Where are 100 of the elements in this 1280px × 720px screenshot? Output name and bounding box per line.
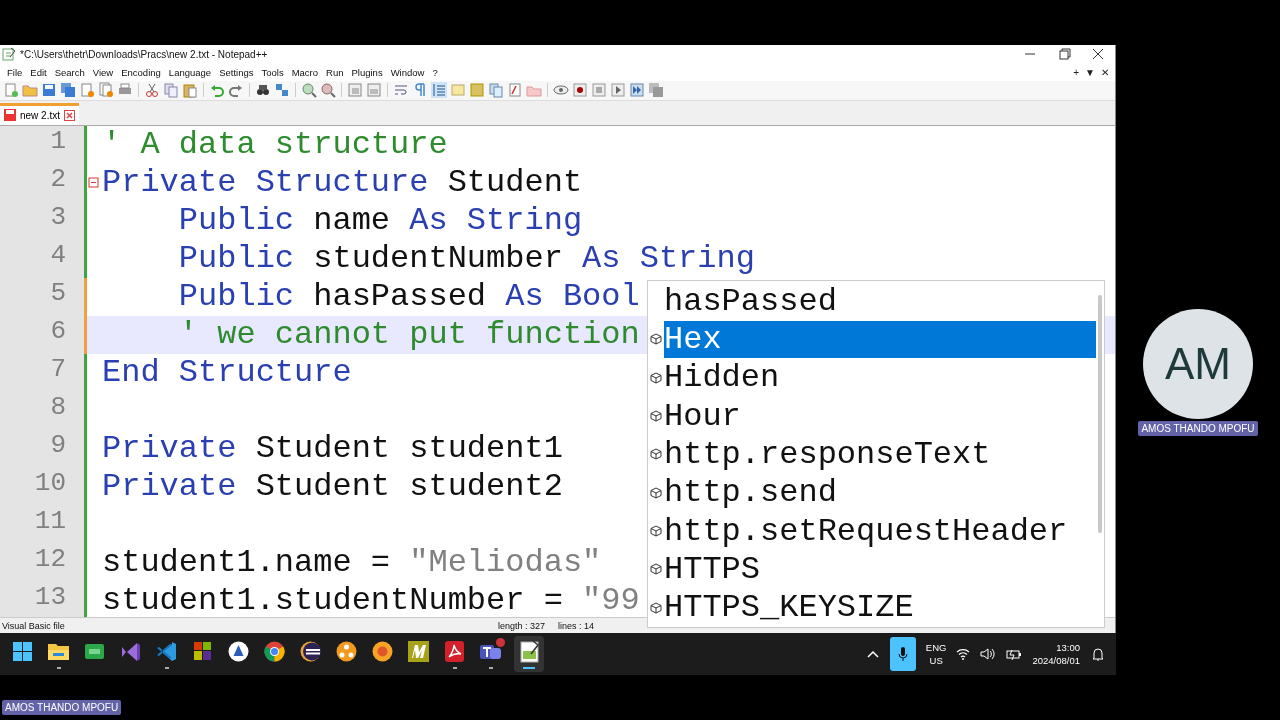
badge-icon[interactable] (226, 639, 251, 664)
microphone-button[interactable] (889, 637, 916, 671)
paste-icon[interactable] (182, 82, 198, 99)
olive-square-icon[interactable] (406, 639, 431, 664)
pdf-icon[interactable] (442, 639, 467, 664)
notification-bell-icon[interactable] (1090, 646, 1106, 662)
line-number: 3 (0, 201, 84, 240)
code-text: Student student2 (254, 468, 563, 506)
menu-item[interactable]: Encoding (117, 66, 165, 78)
suggestion-item[interactable]: HTTPS_KEYSIZE (664, 589, 1096, 627)
menu-item[interactable]: Language (164, 66, 216, 78)
menu-item[interactable]: File (3, 66, 27, 78)
menu-item[interactable]: View (88, 66, 118, 78)
region-text: US (929, 654, 943, 667)
battery-icon[interactable] (1006, 648, 1023, 660)
cube-icon (650, 410, 662, 423)
suggestion-item[interactable]: http.send (664, 474, 1096, 512)
menu-control[interactable]: + (1073, 66, 1080, 78)
suggestion-item[interactable]: Hex (664, 321, 1096, 358)
line-number: 4 (0, 239, 84, 278)
suggestion-item[interactable]: HTTPS (664, 550, 1096, 588)
flower-icon[interactable] (370, 639, 395, 664)
lines-text: lines : 14 (558, 620, 595, 631)
clock[interactable]: 13:00 2024/08/01 (1032, 641, 1080, 667)
undo-icon[interactable] (209, 82, 225, 99)
tab-label: new 2.txt (20, 109, 61, 121)
language-indicator[interactable]: ENG US (925, 641, 947, 667)
redo-icon[interactable] (228, 82, 244, 99)
dots-circle-icon[interactable] (334, 639, 359, 664)
menu-control[interactable]: ▼ (1085, 66, 1095, 78)
windows-logo-icon[interactable] (10, 639, 35, 664)
pilcrow-icon[interactable] (412, 82, 428, 99)
indent-guide-icon[interactable] (431, 82, 447, 99)
scrollbar-thumb[interactable] (1098, 295, 1102, 533)
menu-item[interactable]: ? (428, 66, 442, 78)
folder-workspace-icon[interactable] (507, 82, 523, 99)
menu-control[interactable]: ✕ (1101, 66, 1109, 78)
cube-icon (650, 486, 662, 499)
code-text: hasPassed (312, 278, 488, 316)
time-text: 13:00 (1056, 641, 1080, 654)
close-file-icon[interactable] (79, 82, 95, 99)
cube-icon (650, 333, 662, 346)
line-number: 12 (0, 543, 84, 582)
code-text: Student (446, 164, 583, 202)
line-number: 9 (0, 429, 84, 468)
cube-icon (650, 563, 662, 576)
menu-item[interactable]: Settings (215, 66, 258, 78)
close-all-icon[interactable] (98, 82, 114, 99)
name-tag: AMOS THANDO MPOFU (2, 700, 122, 715)
length-text: length : 327 (498, 620, 547, 631)
code-text: Private Structure (102, 164, 429, 202)
menu-item[interactable]: Macro (287, 66, 323, 78)
name-tag: AMOS THANDO MPOFU (1138, 421, 1258, 436)
suggestion-item[interactable]: Hour (664, 397, 1096, 435)
function-list-icon[interactable] (488, 82, 504, 99)
code-text: ' A data structure (102, 126, 448, 164)
code-text: name (312, 202, 392, 240)
menu-item[interactable]: Search (50, 66, 89, 78)
date-text: 2024/08/01 (1032, 654, 1080, 667)
suggestion-item[interactable]: hasPassed (664, 282, 1096, 320)
cube-icon (650, 371, 662, 384)
suggestion-item[interactable]: http.setRequestHeader (664, 512, 1096, 550)
microphone-icon (897, 646, 908, 662)
cube-icon (650, 525, 662, 538)
line-number: 11 (0, 505, 84, 544)
volume-icon[interactable] (980, 648, 997, 660)
record-icon[interactable] (572, 82, 588, 99)
wifi-icon[interactable] (956, 648, 971, 660)
line-number: 1 (0, 125, 84, 164)
zoom-in-icon[interactable] (301, 82, 317, 99)
chevron-up-icon[interactable] (865, 649, 880, 659)
fast-forward-icon[interactable] (629, 82, 645, 99)
code-text: ' we cannot put function (177, 316, 640, 354)
menu-item[interactable]: Run (322, 66, 348, 78)
eclipse-icon[interactable] (298, 639, 323, 664)
save-macro-icon[interactable] (648, 82, 664, 99)
chrome-icon[interactable] (262, 639, 287, 664)
save-all-icon[interactable] (60, 82, 76, 99)
suggestion-item[interactable]: Hidden (664, 359, 1096, 397)
menu-item[interactable]: Window (386, 66, 429, 78)
code-text: Private (102, 430, 237, 468)
line-number: 13 (0, 581, 84, 618)
line-number: 2 (0, 163, 84, 202)
new-file-icon[interactable] (3, 82, 19, 99)
fold-minus-icon[interactable] (88, 176, 100, 189)
save-icon[interactable] (41, 82, 57, 99)
code-text: Private (102, 468, 237, 506)
menu-item[interactable]: Plugins (347, 66, 387, 78)
code-text: Student student1 (254, 430, 563, 468)
code-text: As String (409, 202, 583, 240)
menu-item[interactable]: Tools (257, 66, 288, 78)
zoom-out-icon[interactable] (320, 82, 336, 99)
menu-item[interactable]: Edit (26, 66, 51, 78)
save-icon (4, 109, 16, 122)
file-tab[interactable]: new 2.txt (0, 102, 80, 125)
line-number: 6 (0, 315, 84, 354)
suggestion-item[interactable]: http.responseText (664, 435, 1096, 473)
play-icon[interactable] (610, 82, 626, 99)
cut-icon[interactable] (144, 82, 160, 99)
code-text: As String (582, 240, 755, 278)
